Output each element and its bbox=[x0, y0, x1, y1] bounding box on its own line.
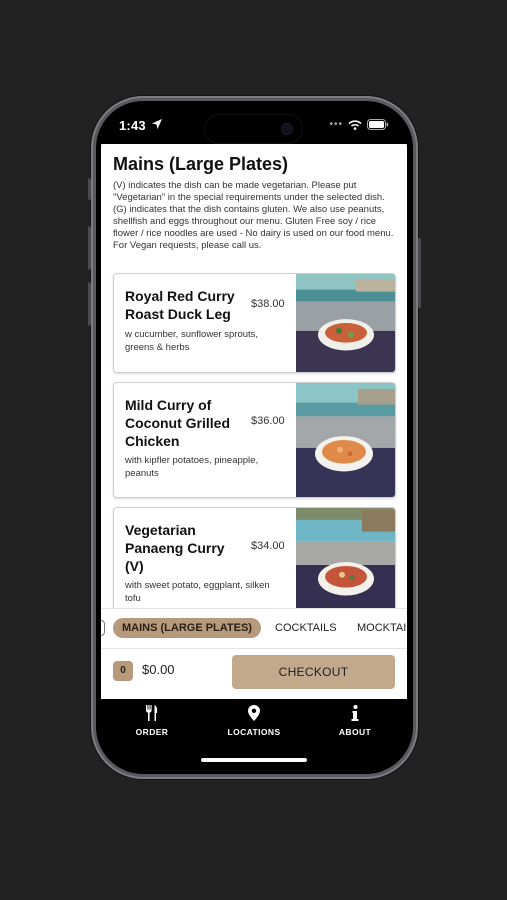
nav-label-order: ORDER bbox=[135, 727, 169, 737]
menu-item-description: w cucumber, sunflower sprouts, greens & … bbox=[125, 329, 259, 353]
phone-screen: 1:43 ••• Mains (Large Plates) (V) indica… bbox=[101, 108, 407, 768]
menu-item-name: Vegetarian Panaeng Curry (V) bbox=[125, 522, 225, 574]
menu-content[interactable]: Mains (Large Plates) (V) indicates the d… bbox=[101, 144, 407, 608]
home-indicator[interactable] bbox=[201, 758, 307, 762]
menu-item-description: with kipfler potatoes, pineapple, peanut… bbox=[125, 455, 259, 479]
menu-item-card[interactable]: Mild Curry of Coconut Grilled Chicken $3… bbox=[113, 382, 396, 498]
section-intro: (V) indicates the dish can be made veget… bbox=[113, 180, 394, 251]
map-pin-icon bbox=[248, 705, 260, 721]
status-indicators: ••• bbox=[329, 119, 389, 130]
menu-item-card[interactable]: Vegetarian Panaeng Curry (V) $34.00 with… bbox=[113, 507, 396, 608]
camera-icon bbox=[281, 123, 293, 135]
menu-item-price: $36.00 bbox=[251, 415, 285, 427]
cart-count-badge[interactable]: 0 bbox=[113, 661, 133, 681]
category-tab-mains[interactable]: MAINS (LARGE PLATES) bbox=[113, 618, 261, 638]
side-button-power bbox=[418, 238, 421, 308]
menu-item-card[interactable]: Royal Red Curry Roast Duck Leg $38.00 w … bbox=[113, 273, 396, 373]
battery-icon bbox=[367, 119, 389, 130]
side-button-action bbox=[88, 178, 91, 200]
side-button-volume-up bbox=[88, 226, 91, 270]
menu-item-price: $38.00 bbox=[251, 298, 285, 310]
bottom-nav: ORDER LOCATIONS ABOUT bbox=[101, 699, 407, 768]
cart-total: $0.00 bbox=[142, 662, 175, 677]
nav-label-locations: LOCATIONS bbox=[227, 727, 281, 737]
dynamic-island bbox=[205, 115, 302, 143]
fork-knife-icon bbox=[146, 705, 158, 721]
checkout-button[interactable]: CHECKOUT bbox=[232, 655, 395, 689]
page-title: Mains (Large Plates) bbox=[113, 154, 289, 174]
cart-bar: 0 $0.00 CHECKOUT bbox=[101, 648, 407, 699]
dish-photo bbox=[296, 383, 395, 497]
location-arrow-icon bbox=[152, 119, 162, 129]
signal-icon: ••• bbox=[329, 119, 343, 130]
dish-photo bbox=[296, 508, 395, 608]
status-bar: 1:43 ••• bbox=[101, 108, 407, 144]
dish-photo bbox=[296, 274, 395, 372]
menu-item-name: Mild Curry of Coconut Grilled Chicken bbox=[125, 397, 230, 449]
nav-item-locations[interactable]: LOCATIONS bbox=[219, 705, 289, 737]
menu-item-price: $34.00 bbox=[251, 540, 285, 552]
category-tab-partial[interactable] bbox=[101, 620, 105, 636]
wifi-icon bbox=[348, 119, 362, 130]
side-button-volume-down bbox=[88, 282, 91, 326]
menu-item-description: with sweet potato, eggplant, silken tofu bbox=[125, 580, 270, 604]
info-icon bbox=[351, 705, 359, 721]
status-time: 1:43 bbox=[119, 118, 146, 133]
nav-item-about[interactable]: ABOUT bbox=[320, 705, 390, 737]
nav-item-order[interactable]: ORDER bbox=[117, 705, 187, 737]
menu-item-name: Royal Red Curry Roast Duck Leg bbox=[125, 288, 235, 322]
category-tab-mocktails[interactable]: MOCKTAILS bbox=[357, 622, 407, 634]
category-tabs[interactable]: MAINS (LARGE PLATES) COCKTAILS MOCKTAILS bbox=[101, 608, 407, 648]
category-tab-cocktails[interactable]: COCKTAILS bbox=[275, 622, 337, 634]
nav-label-about: ABOUT bbox=[338, 727, 372, 737]
